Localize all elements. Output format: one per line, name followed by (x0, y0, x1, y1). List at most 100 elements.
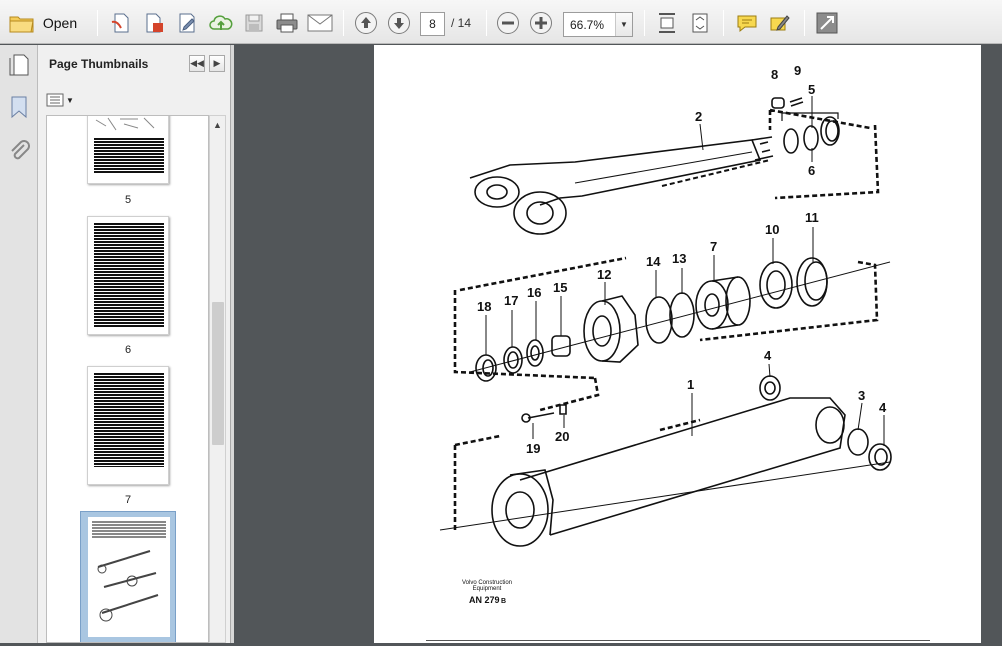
thumbnail-number: 7 (124, 494, 132, 506)
separator (97, 10, 98, 36)
pages-icon (9, 54, 29, 76)
save-button[interactable] (241, 9, 267, 37)
chevron-right-icon: ▶ (213, 58, 221, 68)
arrow-down-circle-icon (388, 12, 410, 34)
print-button[interactable] (273, 9, 301, 37)
envelope-icon (307, 14, 333, 32)
email-button[interactable] (306, 9, 334, 37)
thumbnail-number: 5 (124, 194, 132, 206)
page-number-input[interactable]: 8 (420, 12, 445, 36)
fit-page-icon (692, 13, 708, 33)
attachments-toggle[interactable] (8, 139, 30, 166)
part-label: 7 (710, 239, 717, 254)
paperclip-icon (11, 140, 30, 160)
cloud-upload-icon (209, 15, 233, 30)
thumbnail-page (88, 517, 170, 637)
save-icon (245, 14, 263, 32)
thumbnail-scrollbar[interactable]: ▲ (209, 115, 226, 643)
part-label: 1 (687, 377, 694, 392)
chevron-up-icon[interactable]: ▲ (213, 120, 222, 130)
panel-title: Page Thumbnails (49, 57, 149, 71)
navigation-rail (0, 45, 38, 643)
part-label: 4 (764, 348, 772, 363)
edit-button[interactable] (174, 9, 200, 37)
bookmark-icon (11, 96, 27, 119)
convert-button[interactable] (141, 9, 167, 37)
expand-icon (816, 12, 838, 34)
part-label: 13 (672, 251, 686, 266)
comment-button[interactable] (734, 9, 760, 37)
arrow-up-circle-icon (355, 12, 377, 34)
thumbnail-page-5[interactable] (87, 116, 169, 184)
next-page-button[interactable] (386, 9, 412, 37)
zoom-in-button[interactable] (528, 9, 554, 37)
company-name-line2: Equipment (473, 586, 502, 592)
thumbnail-list[interactable]: 5 6 7 (46, 115, 209, 643)
thumbnails-panel: Page Thumbnails ◀◀ ▶ ▼ 5 6 7 ▲ (38, 45, 231, 643)
chevron-down-icon: ▼ (66, 95, 74, 105)
figure-code: AN 279 (469, 595, 500, 605)
zoom-out-button[interactable] (495, 9, 521, 37)
part-label: 15 (553, 280, 567, 295)
thumbnail-table (94, 223, 164, 327)
part-label: 8 (771, 67, 778, 82)
zoom-select[interactable]: 66.7% ▼ (563, 12, 633, 37)
open-label: Open (42, 15, 78, 31)
page-thumbnails-toggle[interactable] (7, 53, 31, 80)
panel-splitter[interactable] (231, 45, 234, 643)
highlighter-icon (770, 15, 790, 31)
minus-circle-icon (497, 12, 519, 34)
part-label: 20 (555, 429, 569, 444)
plus-circle-icon (530, 12, 552, 34)
part-label: 2 (695, 109, 702, 124)
part-label: 10 (765, 222, 779, 237)
upload-button[interactable] (207, 9, 235, 37)
part-label: 5 (808, 82, 815, 97)
thumbnail-page-7[interactable] (87, 366, 169, 485)
figure-suffix: B (501, 598, 506, 605)
zoom-value: 66.7% (570, 18, 605, 32)
part-label: 16 (527, 285, 541, 300)
separator (644, 10, 645, 36)
previous-page-button[interactable] (353, 9, 379, 37)
thumbnail-page-8-selected[interactable] (80, 511, 176, 642)
open-button[interactable]: Open (6, 9, 80, 37)
thumbnail-table (92, 521, 166, 539)
thumbnail-page-6[interactable] (87, 216, 169, 335)
part-label: 6 (808, 163, 815, 178)
collapse-panel-button[interactable]: ◀◀ (189, 55, 205, 72)
fit-width-icon (659, 13, 675, 33)
print-icon (276, 13, 298, 33)
panel-menu-button[interactable]: ▶ (209, 55, 225, 72)
create-pdf-button[interactable] (108, 9, 134, 37)
separator (723, 10, 724, 36)
thumbnail-table (94, 373, 164, 467)
toolbar: Open 8 / 14 66.7% ▼ (0, 0, 1002, 44)
separator (343, 10, 344, 36)
speech-bubble-icon (737, 15, 757, 33)
full-screen-button[interactable] (814, 9, 840, 37)
page-total: / 14 (451, 16, 472, 30)
separator (804, 10, 805, 36)
document-page: 8 9 5 2 6 11 10 7 14 13 12 15 16 17 18 4… (374, 45, 981, 643)
pdf-convert-icon (146, 13, 163, 33)
scrollbar-thumb[interactable] (212, 302, 224, 445)
fit-width-button[interactable] (655, 9, 679, 37)
thumbnail-drawing (97, 550, 159, 622)
part-label: 17 (504, 293, 518, 308)
chevron-down-icon: ▼ (615, 13, 632, 36)
thumbnail-number: 6 (124, 344, 132, 356)
fit-page-button[interactable] (688, 9, 712, 37)
part-label: 12 (597, 267, 611, 282)
page-footer-rule (426, 640, 930, 641)
bookmarks-toggle[interactable] (9, 95, 29, 122)
part-label: 3 (858, 388, 865, 403)
part-label: 4 (879, 400, 887, 415)
part-label: 18 (477, 299, 491, 314)
part-label: 9 (794, 63, 801, 78)
thumbnail-options-button[interactable]: ▼ (46, 91, 74, 109)
part-label: 14 (646, 254, 661, 269)
sign-button[interactable] (767, 9, 793, 37)
thumbnail-drawing (95, 117, 155, 131)
separator (486, 10, 487, 36)
